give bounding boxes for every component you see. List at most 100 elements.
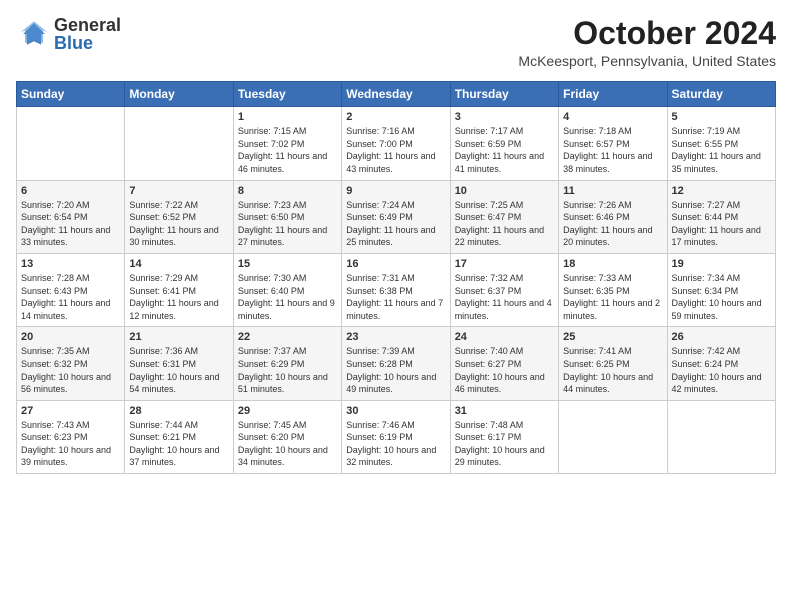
page-header: General Blue October 2024 McKeesport, Pe… — [16, 16, 776, 69]
calendar-cell — [667, 400, 775, 473]
calendar-cell: 21Sunrise: 7:36 AM Sunset: 6:31 PM Dayli… — [125, 327, 233, 400]
calendar-cell: 6 Sunrise: 7:20 AM Sunset: 6:54 PM Daylig… — [17, 180, 125, 253]
day-number: 24 — [455, 331, 554, 343]
calendar-cell: 7Sunrise: 7:22 AM Sunset: 6:52 PM Daylig… — [125, 180, 233, 253]
calendar-cell: 1Sunrise: 7:15 AM Sunset: 7:02 PM Daylig… — [233, 107, 341, 180]
calendar-cell: 20 Sunrise: 7:35 AM Sunset: 6:32 PM Dayli… — [17, 327, 125, 400]
cell-content: Sunrise: 7:18 AM Sunset: 6:57 PM Dayligh… — [563, 125, 662, 175]
calendar-cell: 8 Sunrise: 7:23 AM Sunset: 6:50 PM Daylig… — [233, 180, 341, 253]
cell-content: Sunrise: 7:23 AM Sunset: 6:50 PM Dayligh… — [238, 199, 337, 249]
day-number: 2 — [346, 111, 445, 123]
month-title: October 2024 — [518, 16, 776, 51]
cell-content: Sunrise: 7:20 AM Sunset: 6:54 PM Dayligh… — [21, 199, 120, 249]
calendar-cell: 28 Sunrise: 7:44 AM Sunset: 6:21 PM Dayli… — [125, 400, 233, 473]
cell-content: Sunrise: 7:48 AM Sunset: 6:17 PM Dayligh… — [455, 419, 554, 469]
calendar-day-header: Thursday — [450, 82, 558, 107]
day-number: 1 — [238, 111, 337, 123]
day-number: 31 — [455, 405, 554, 417]
day-number: 27 — [21, 405, 120, 417]
calendar-week-row: 1Sunrise: 7:15 AM Sunset: 7:02 PM Daylig… — [17, 107, 776, 180]
calendar-cell: 17Sunrise: 7:32 AM Sunset: 6:37 PM Dayli… — [450, 253, 558, 326]
cell-content: Sunrise: 7:31 AM Sunset: 6:38 PM Dayligh… — [346, 272, 445, 322]
calendar-week-row: 27 Sunrise: 7:43 AM Sunset: 6:23 PM Dayli… — [17, 400, 776, 473]
calendar-cell: 13 Sunrise: 7:28 AM Sunset: 6:43 PM Dayli… — [17, 253, 125, 326]
cell-content: Sunrise: 7:22 AM Sunset: 6:52 PM Dayligh… — [129, 199, 228, 249]
cell-content: Sunrise: 7:25 AM Sunset: 6:47 PM Dayligh… — [455, 199, 554, 249]
calendar-day-header: Friday — [559, 82, 667, 107]
day-number: 8 — [238, 185, 337, 197]
calendar-cell: 27 Sunrise: 7:43 AM Sunset: 6:23 PM Dayli… — [17, 400, 125, 473]
calendar-day-header: Tuesday — [233, 82, 341, 107]
day-number: 18 — [563, 258, 662, 270]
day-number: 20 — [21, 331, 120, 343]
cell-content: Sunrise: 7:46 AM Sunset: 6:19 PM Dayligh… — [346, 419, 445, 469]
calendar-week-row: 6 Sunrise: 7:20 AM Sunset: 6:54 PM Daylig… — [17, 180, 776, 253]
cell-content: Sunrise: 7:37 AM Sunset: 6:29 PM Dayligh… — [238, 345, 337, 395]
calendar-cell: 12Sunrise: 7:27 AM Sunset: 6:44 PM Dayli… — [667, 180, 775, 253]
cell-content: Sunrise: 7:30 AM Sunset: 6:40 PM Dayligh… — [238, 272, 337, 322]
calendar-cell: 30 Sunrise: 7:46 AM Sunset: 6:19 PM Dayli… — [342, 400, 450, 473]
calendar-cell — [125, 107, 233, 180]
calendar-day-header: Monday — [125, 82, 233, 107]
cell-content: Sunrise: 7:40 AM Sunset: 6:27 PM Dayligh… — [455, 345, 554, 395]
cell-content: Sunrise: 7:29 AM Sunset: 6:41 PM Dayligh… — [129, 272, 228, 322]
cell-content: Sunrise: 7:44 AM Sunset: 6:21 PM Dayligh… — [129, 419, 228, 469]
cell-content: Sunrise: 7:35 AM Sunset: 6:32 PM Dayligh… — [21, 345, 120, 395]
calendar-cell: 19Sunrise: 7:34 AM Sunset: 6:34 PM Dayli… — [667, 253, 775, 326]
day-number: 9 — [346, 185, 445, 197]
calendar-cell — [17, 107, 125, 180]
day-number: 29 — [238, 405, 337, 417]
calendar-cell: 3 Sunrise: 7:17 AM Sunset: 6:59 PM Daylig… — [450, 107, 558, 180]
calendar-cell: 2Sunrise: 7:16 AM Sunset: 7:00 PM Daylig… — [342, 107, 450, 180]
day-number: 25 — [563, 331, 662, 343]
day-number: 3 — [455, 111, 554, 123]
day-number: 16 — [346, 258, 445, 270]
day-number: 4 — [563, 111, 662, 123]
cell-content: Sunrise: 7:42 AM Sunset: 6:24 PM Dayligh… — [672, 345, 771, 395]
day-number: 28 — [129, 405, 228, 417]
day-number: 14 — [129, 258, 228, 270]
calendar-cell: 10Sunrise: 7:25 AM Sunset: 6:47 PM Dayli… — [450, 180, 558, 253]
cell-content: Sunrise: 7:28 AM Sunset: 6:43 PM Dayligh… — [21, 272, 120, 322]
logo-general-text: General — [54, 16, 121, 34]
logo-text: General Blue — [54, 16, 121, 52]
calendar-cell — [559, 400, 667, 473]
calendar-day-header: Wednesday — [342, 82, 450, 107]
calendar-cell: 15 Sunrise: 7:30 AM Sunset: 6:40 PM Dayli… — [233, 253, 341, 326]
day-number: 30 — [346, 405, 445, 417]
calendar-cell: 18 Sunrise: 7:33 AM Sunset: 6:35 PM Dayli… — [559, 253, 667, 326]
calendar-cell: 11Sunrise: 7:26 AM Sunset: 6:46 PM Dayli… — [559, 180, 667, 253]
day-number: 21 — [129, 331, 228, 343]
calendar-cell: 24 Sunrise: 7:40 AM Sunset: 6:27 PM Dayli… — [450, 327, 558, 400]
calendar-day-header: Sunday — [17, 82, 125, 107]
day-number: 17 — [455, 258, 554, 270]
calendar-table: SundayMondayTuesdayWednesdayThursdayFrid… — [16, 81, 776, 474]
calendar-cell: 4 Sunrise: 7:18 AM Sunset: 6:57 PM Daylig… — [559, 107, 667, 180]
calendar-week-row: 20 Sunrise: 7:35 AM Sunset: 6:32 PM Dayli… — [17, 327, 776, 400]
cell-content: Sunrise: 7:17 AM Sunset: 6:59 PM Dayligh… — [455, 125, 554, 175]
cell-content: Sunrise: 7:41 AM Sunset: 6:25 PM Dayligh… — [563, 345, 662, 395]
day-number: 26 — [672, 331, 771, 343]
logo: General Blue — [16, 16, 121, 52]
cell-content: Sunrise: 7:24 AM Sunset: 6:49 PM Dayligh… — [346, 199, 445, 249]
logo-bird-icon — [16, 16, 52, 52]
calendar-cell: 9 Sunrise: 7:24 AM Sunset: 6:49 PM Daylig… — [342, 180, 450, 253]
location-title: McKeesport, Pennsylvania, United States — [518, 53, 776, 69]
title-section: October 2024 McKeesport, Pennsylvania, U… — [518, 16, 776, 69]
cell-content: Sunrise: 7:39 AM Sunset: 6:28 PM Dayligh… — [346, 345, 445, 395]
day-number: 13 — [21, 258, 120, 270]
day-number: 6 — [21, 185, 120, 197]
calendar-cell: 25 Sunrise: 7:41 AM Sunset: 6:25 PM Dayli… — [559, 327, 667, 400]
calendar-day-header: Saturday — [667, 82, 775, 107]
cell-content: Sunrise: 7:45 AM Sunset: 6:20 PM Dayligh… — [238, 419, 337, 469]
cell-content: Sunrise: 7:19 AM Sunset: 6:55 PM Dayligh… — [672, 125, 771, 175]
calendar-cell: 14 Sunrise: 7:29 AM Sunset: 6:41 PM Dayli… — [125, 253, 233, 326]
day-number: 22 — [238, 331, 337, 343]
calendar-cell: 16 Sunrise: 7:31 AM Sunset: 6:38 PM Dayli… — [342, 253, 450, 326]
cell-content: Sunrise: 7:43 AM Sunset: 6:23 PM Dayligh… — [21, 419, 120, 469]
cell-content: Sunrise: 7:33 AM Sunset: 6:35 PM Dayligh… — [563, 272, 662, 322]
cell-content: Sunrise: 7:27 AM Sunset: 6:44 PM Dayligh… — [672, 199, 771, 249]
day-number: 11 — [563, 185, 662, 197]
logo-blue-text: Blue — [54, 34, 121, 52]
day-number: 15 — [238, 258, 337, 270]
